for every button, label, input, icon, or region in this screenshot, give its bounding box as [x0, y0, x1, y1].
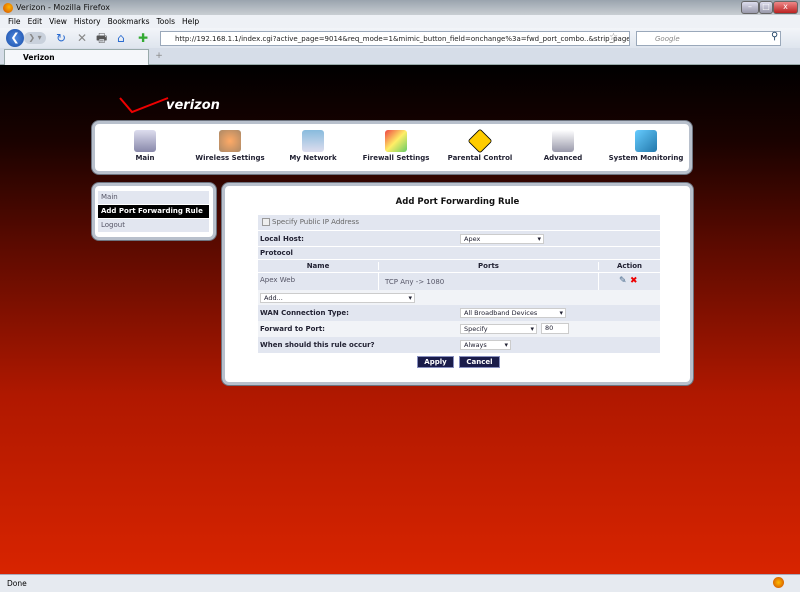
nav-main[interactable]: Main — [105, 130, 185, 162]
menu-tools[interactable]: Tools — [157, 17, 175, 26]
verizon-logo: verizon — [118, 96, 224, 116]
monitor-icon — [635, 130, 657, 152]
protocol-row: Protocol — [258, 246, 660, 259]
sidebar-item-main[interactable]: Main — [98, 191, 209, 204]
rule-name: Apex Web — [260, 276, 296, 284]
protocol-table-header: Name Ports Action — [258, 259, 660, 272]
specify-ip-row: Specify Public IP Address — [258, 215, 660, 230]
print-icon[interactable]: 🖶 — [96, 31, 107, 45]
nav-advanced[interactable]: Advanced — [523, 130, 603, 162]
edit-icon[interactable]: ✎ — [619, 276, 627, 286]
nav-system-monitoring[interactable]: System Monitoring — [606, 130, 686, 162]
status-text: Done — [7, 579, 27, 588]
add-row: Add... — [258, 290, 660, 305]
close-button[interactable]: x — [773, 1, 798, 14]
schedule-row: When should this rule occur? Always — [258, 337, 660, 353]
status-bar: Done — [0, 574, 800, 592]
delete-icon[interactable]: ✖ — [630, 276, 638, 286]
schedule-label: When should this rule occur? — [260, 341, 375, 349]
lock-icon — [467, 128, 493, 154]
main-icon — [134, 130, 156, 152]
col-name: Name — [306, 262, 330, 270]
apply-button[interactable]: Apply — [417, 356, 454, 368]
back-icon[interactable]: ❮ — [6, 29, 24, 47]
forward-mode-select[interactable]: Specify — [460, 324, 537, 334]
specify-ip-label: Specify Public IP Address — [272, 218, 360, 226]
search-icon[interactable]: ⚲ — [771, 31, 778, 42]
status-icon — [773, 577, 784, 588]
add-bookmark-icon[interactable]: ✚ — [138, 31, 148, 45]
col-ports: Ports — [378, 262, 598, 270]
forward-icon[interactable]: ❯ ▾ — [24, 32, 46, 44]
rule-ports: TCP Any -> 1080 — [378, 273, 598, 291]
firewall-icon — [385, 130, 407, 152]
reload-icon[interactable]: ↻ — [56, 31, 66, 45]
menu-help[interactable]: Help — [182, 17, 199, 26]
local-host-label: Local Host: — [260, 235, 304, 243]
network-icon — [302, 130, 324, 152]
star-icon[interactable]: ☆ — [609, 32, 618, 43]
col-action: Action — [598, 262, 660, 270]
sidebar: Main Add Port Forwarding Rule Logout — [92, 183, 216, 240]
main-nav: Main Wireless Settings My Network Firewa… — [92, 121, 692, 174]
table-row: Apex Web TCP Any -> 1080 ✎ ✖ — [258, 272, 660, 291]
window-title: Verizon - Mozilla Firefox — [16, 3, 111, 12]
wan-row: WAN Connection Type: All Broadband Devic… — [258, 305, 660, 321]
sidebar-item-logout[interactable]: Logout — [98, 219, 209, 232]
cancel-button[interactable]: Cancel — [459, 356, 500, 368]
wan-select[interactable]: All Broadband Devices — [460, 308, 566, 318]
menu-bookmarks[interactable]: Bookmarks — [108, 17, 150, 26]
local-host-row: Local Host: Apex — [258, 230, 660, 246]
schedule-select[interactable]: Always — [460, 340, 511, 350]
stop-icon[interactable]: ✕ — [77, 31, 87, 45]
wan-label: WAN Connection Type: — [260, 309, 349, 317]
local-host-select[interactable]: Apex — [460, 234, 544, 244]
menu-bar: File Edit View History Bookmarks Tools Help — [0, 15, 800, 28]
forward-port-input[interactable]: 80 — [541, 323, 569, 334]
menu-view[interactable]: View — [49, 17, 67, 26]
home-icon[interactable]: ⌂ — [117, 31, 125, 45]
specify-ip-checkbox[interactable] — [262, 218, 270, 226]
maximize-button[interactable]: □ — [759, 1, 773, 14]
window-titlebar: Verizon - Mozilla Firefox — [0, 0, 800, 15]
add-protocol-select[interactable]: Add... — [260, 293, 415, 303]
wireless-icon — [219, 130, 241, 152]
menu-edit[interactable]: Edit — [28, 17, 43, 26]
url-bar[interactable]: http://192.168.1.1/index.cgi?active_page… — [160, 31, 630, 46]
nav-parental-control[interactable]: Parental Control — [440, 128, 520, 162]
nav-firewall-settings[interactable]: Firewall Settings — [356, 130, 436, 162]
sidebar-item-add-port-forwarding-rule[interactable]: Add Port Forwarding Rule — [98, 205, 209, 218]
page-title: Add Port Forwarding Rule — [395, 197, 520, 207]
menu-history[interactable]: History — [74, 17, 101, 26]
advanced-icon — [552, 130, 574, 152]
protocol-label: Protocol — [260, 249, 293, 257]
menu-file[interactable]: File — [8, 17, 21, 26]
forward-label: Forward to Port: — [260, 325, 325, 333]
firefox-icon — [3, 3, 13, 13]
forward-row: Forward to Port: Specify 80 — [258, 321, 660, 337]
minimize-button[interactable]: – — [741, 1, 759, 14]
new-tab-button[interactable]: + — [152, 51, 166, 63]
search-input[interactable]: Google — [636, 31, 781, 46]
nav-wireless-settings[interactable]: Wireless Settings — [190, 130, 270, 162]
nav-my-network[interactable]: My Network — [273, 130, 353, 162]
tab-verizon[interactable]: Verizon — [4, 49, 149, 65]
